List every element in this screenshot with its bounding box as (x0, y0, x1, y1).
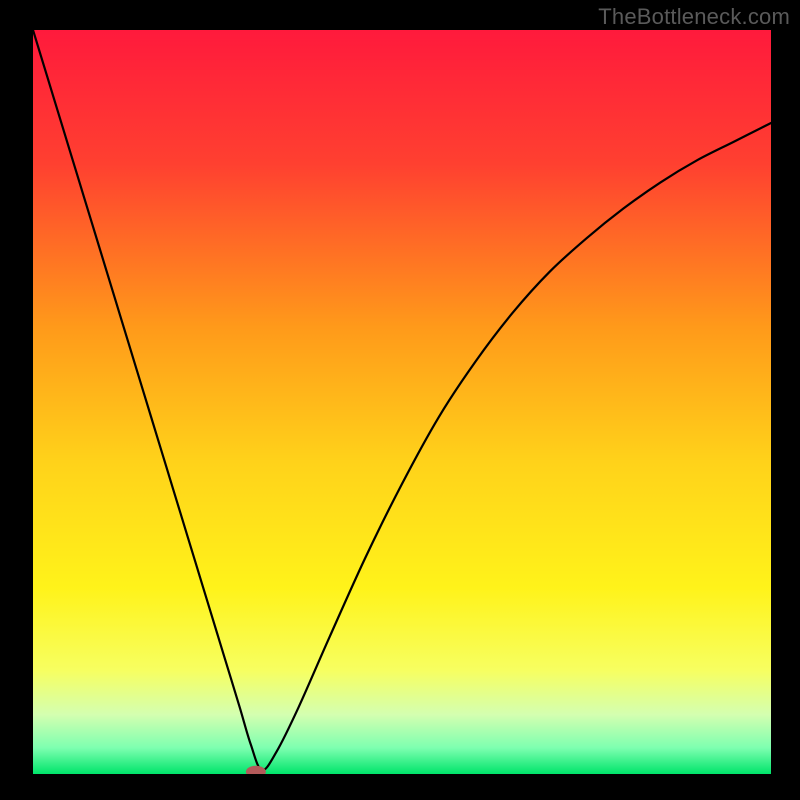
gradient-background (33, 30, 771, 774)
watermark-text: TheBottleneck.com (598, 4, 790, 30)
bottleneck-chart (0, 0, 800, 800)
min-marker (246, 766, 266, 778)
chart-frame: TheBottleneck.com (0, 0, 800, 800)
